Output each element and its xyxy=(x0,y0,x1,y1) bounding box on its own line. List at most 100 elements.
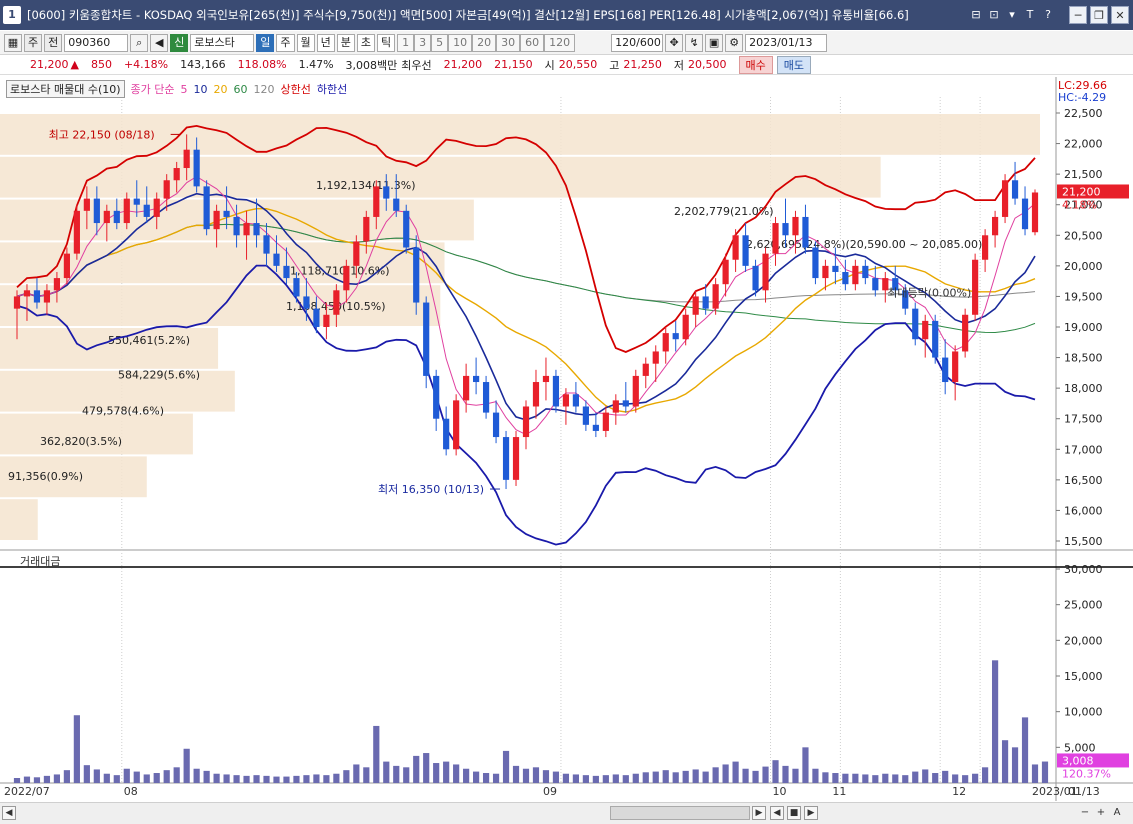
candle-body-74 xyxy=(752,265,759,291)
candle-body-23 xyxy=(243,223,250,236)
candle-body-96 xyxy=(972,259,979,315)
candle-body-20 xyxy=(213,210,220,230)
volume-bar-80 xyxy=(812,768,819,783)
restore-button[interactable]: ❐ xyxy=(1090,6,1108,24)
amount: 3,008백만 xyxy=(345,58,398,72)
tab-day[interactable]: 일 xyxy=(256,33,275,52)
volume-bar-54 xyxy=(552,771,560,783)
tab-second[interactable]: 초 xyxy=(356,33,375,52)
count-input[interactable]: 120/600 xyxy=(611,33,664,52)
play-back-icon[interactable]: ◀ xyxy=(770,806,784,820)
buy-button[interactable]: 매수 xyxy=(738,55,773,74)
candle-body-100 xyxy=(1011,180,1019,199)
scroll-left-arrow-icon[interactable]: ◀ xyxy=(2,806,16,820)
sell-button[interactable]: 매도 xyxy=(776,55,812,74)
indicator-label[interactable]: 로보스타 매물대 수(10) xyxy=(6,80,125,98)
volume-bar-64 xyxy=(652,771,659,783)
candle-body-92 xyxy=(932,320,939,358)
close-button[interactable]: ✕ xyxy=(1111,6,1129,24)
scroll-thumb[interactable] xyxy=(610,806,750,820)
interval-30[interactable]: 30 xyxy=(496,33,521,52)
volume-profile-bar-8 xyxy=(0,156,881,198)
volume-bar-48 xyxy=(492,773,500,783)
interval-5[interactable]: 5 xyxy=(431,33,449,52)
window-icon[interactable]: ⊡ xyxy=(987,8,1001,22)
volume-bar-46 xyxy=(473,771,480,783)
horizontal-scrollbar[interactable]: ◀ ▶ ◀ ■ ▶ − + A xyxy=(0,802,1133,824)
volume-bar-41 xyxy=(423,753,430,783)
interval-20[interactable]: 20 xyxy=(472,33,497,52)
time-label-7: 01/13 xyxy=(1068,785,1100,798)
price-chart[interactable]: 15,500 16,000 16,500 17,000 17,500 18,000 18,5… xyxy=(0,77,1133,801)
candle-body-15 xyxy=(163,180,170,199)
price-tick-label-7: 19,000 xyxy=(1064,321,1103,334)
candle-body-81 xyxy=(822,265,829,279)
help-icon[interactable]: ? xyxy=(1041,8,1055,22)
search-icon[interactable]: ⌕ xyxy=(130,33,149,52)
tool-icon[interactable]: ✥ xyxy=(665,33,684,52)
interval-120[interactable]: 120 xyxy=(544,33,576,52)
toolbar: ▦ 주 전 090360 ⌕ ◀ 신 로보스타 일 주 월 년 분 초 틱 1 … xyxy=(0,31,1133,55)
tab-week[interactable]: 주 xyxy=(276,33,295,52)
volume-bar-15 xyxy=(163,770,170,783)
dropdown-icon[interactable]: ▾ xyxy=(1005,8,1019,22)
save-icon[interactable]: ▣ xyxy=(705,33,724,52)
font-icon[interactable]: A xyxy=(1110,806,1124,820)
volume-bar-57 xyxy=(582,775,589,783)
candle-body-70 xyxy=(712,284,719,309)
tab-tick[interactable]: 틱 xyxy=(377,33,396,52)
volume-bar-5 xyxy=(63,770,70,783)
minimize-button[interactable]: ─ xyxy=(1069,6,1087,24)
volume-profile-label-4: 550,461(5.2%) xyxy=(108,334,190,347)
candle-body-25 xyxy=(263,235,270,254)
candle-body-22 xyxy=(233,216,240,236)
speaker-icon[interactable]: ◀ xyxy=(150,33,169,52)
tab-month[interactable]: 월 xyxy=(296,33,315,52)
volume-profile-bar-2 xyxy=(0,413,193,455)
market-select[interactable]: 전 xyxy=(44,33,63,52)
volume-bar-86 xyxy=(872,775,879,783)
candle-body-3 xyxy=(43,290,51,303)
volume-bar-31 xyxy=(323,775,330,783)
candle-body-75 xyxy=(762,253,769,291)
bid-label: 최우선 xyxy=(401,58,432,72)
tab-minute[interactable]: 분 xyxy=(336,33,355,52)
volume-bar-92 xyxy=(932,773,939,783)
high-annotation: 최고 22,150 (08/18) xyxy=(49,128,155,141)
candle-body-98 xyxy=(991,216,999,236)
volume-bar-74 xyxy=(752,770,759,783)
interval-3[interactable]: 3 xyxy=(414,33,432,52)
layout-icon[interactable]: ⊟ xyxy=(969,8,983,22)
stop-icon[interactable]: ■ xyxy=(787,806,801,820)
scroll-right-arrow-icon[interactable]: ▶ xyxy=(752,806,766,820)
draw-icon[interactable]: ↯ xyxy=(685,33,704,52)
date-input[interactable]: 2023/01/13 xyxy=(745,33,828,52)
interval-1[interactable]: 1 xyxy=(397,33,415,52)
tab-year[interactable]: 년 xyxy=(316,33,335,52)
zoom-in-icon[interactable]: + xyxy=(1094,806,1108,820)
volume-bar-40 xyxy=(413,755,420,783)
interval-60[interactable]: 60 xyxy=(520,33,545,52)
volume-bar-69 xyxy=(702,771,709,783)
stock-name[interactable]: 로보스타 xyxy=(190,33,255,52)
grid-icon[interactable]: ▦ xyxy=(4,33,22,52)
play-forward-icon[interactable]: ▶ xyxy=(804,806,818,820)
chart-area[interactable]: 15,500 16,000 16,500 17,000 17,500 18,000 18,5… xyxy=(0,77,1133,801)
volume-bar-56 xyxy=(572,774,579,783)
code-input[interactable]: 090360 xyxy=(64,33,129,52)
last-volume-label: 3,008 xyxy=(1062,754,1094,767)
ma60-label: 60 xyxy=(233,82,248,96)
gear-icon[interactable]: ⚙ xyxy=(725,33,744,52)
text-icon[interactable]: T xyxy=(1023,8,1037,22)
zoom-out-icon[interactable]: − xyxy=(1078,806,1092,820)
volume-bar-32 xyxy=(333,773,340,783)
volume-bar-36 xyxy=(373,725,380,783)
candle-body-76 xyxy=(772,223,779,254)
price-tick-label-9: 20,000 xyxy=(1064,260,1103,273)
interval-10[interactable]: 10 xyxy=(448,33,473,52)
period-select[interactable]: 주 xyxy=(24,33,43,52)
candle-body-73 xyxy=(742,235,749,266)
volume-bar-35 xyxy=(363,767,370,783)
change-rate: +4.18% xyxy=(123,58,169,71)
marker-annotation: 최대등락(0.00%) xyxy=(887,286,971,299)
